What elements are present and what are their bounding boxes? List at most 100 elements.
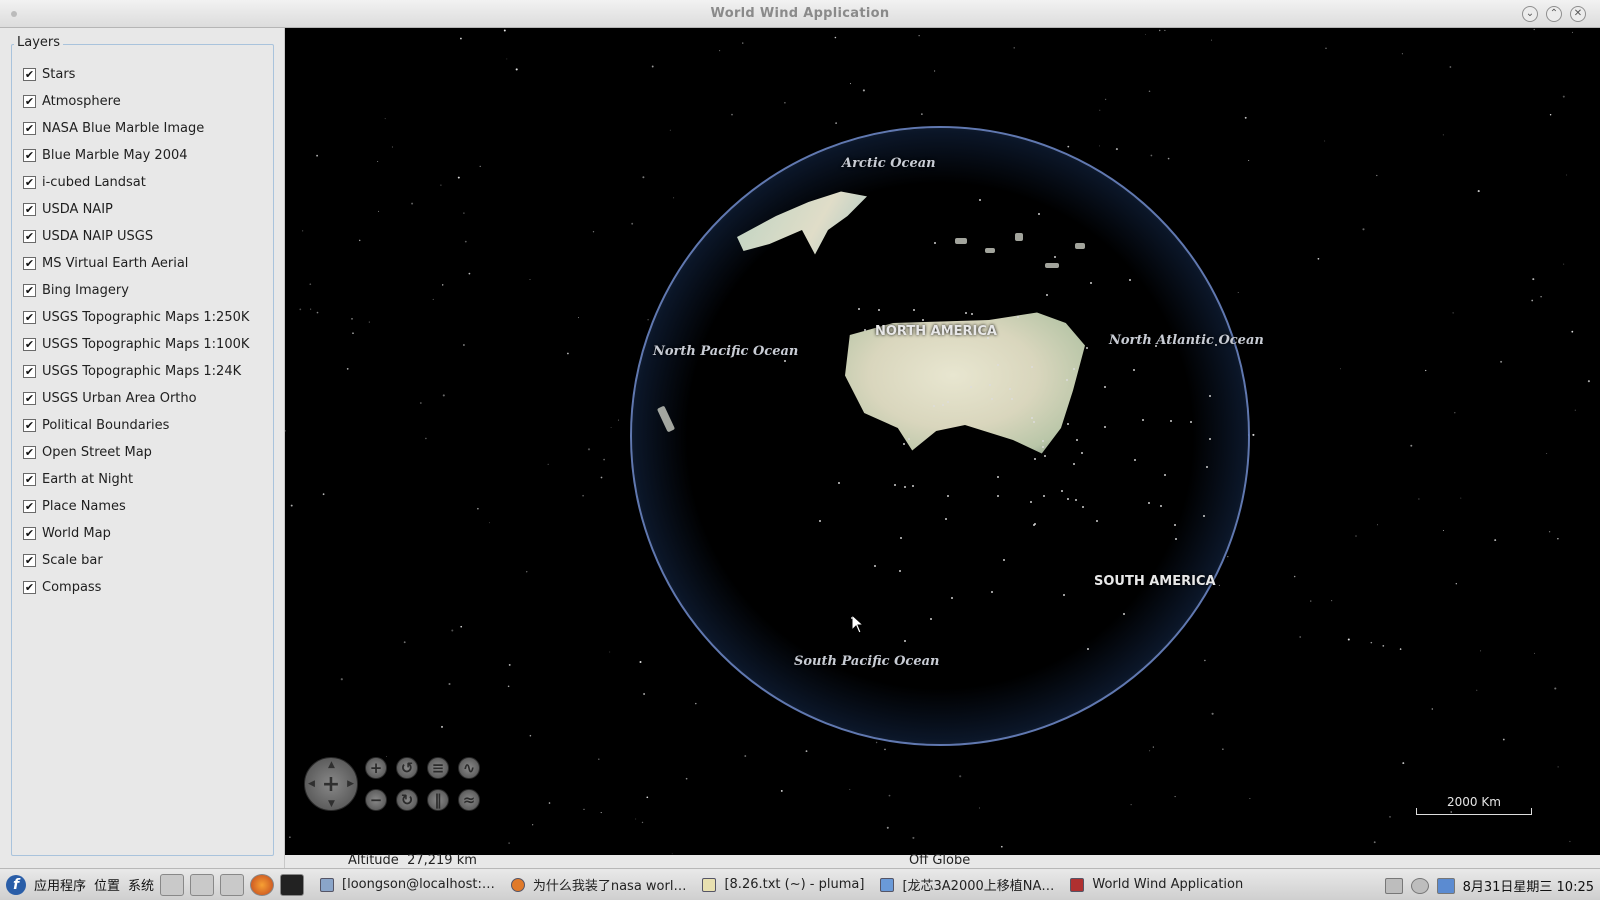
tilt-up-button[interactable]: ≡ — [427, 757, 449, 779]
minimize-button[interactable]: ⌄ — [1522, 6, 1538, 22]
menu-system[interactable]: 系统 — [128, 875, 154, 894]
task-world-wind[interactable]: World Wind Application — [1070, 877, 1243, 892]
taskbar: f 应用程序 位置 系统 [loongson@localhost:… 为什么我装… — [0, 868, 1600, 900]
task-document[interactable]: [龙芯3A2000上移植NA… — [880, 875, 1054, 894]
city-light — [903, 443, 905, 445]
layer-item[interactable]: ✔ Scale bar — [23, 547, 249, 574]
city-light — [1082, 506, 1084, 508]
exaggeration-down-button[interactable]: ≈ — [458, 789, 480, 811]
zoom-out-button[interactable]: − — [365, 789, 387, 811]
layer-checkbox[interactable]: ✔ — [23, 392, 36, 405]
layer-checkbox[interactable]: ✔ — [23, 338, 36, 351]
screenshot-launcher-icon[interactable] — [160, 873, 185, 896]
layer-item[interactable]: ✔ MS Virtual Earth Aerial — [23, 250, 249, 277]
city-light — [1203, 515, 1205, 517]
label-arctic-ocean: Arctic Ocean — [842, 156, 936, 171]
rotate-left-button[interactable]: ↺ — [396, 757, 418, 779]
layer-item[interactable]: ✔ Blue Marble May 2004 — [23, 142, 249, 169]
layer-checkbox[interactable]: ✔ — [23, 311, 36, 324]
text-editor-icon — [702, 877, 717, 892]
layer-item[interactable]: ✔ Open Street Map — [23, 439, 249, 466]
city-light — [997, 364, 999, 366]
layer-item[interactable]: ✔ Stars — [23, 61, 249, 88]
layer-checkbox[interactable]: ✔ — [23, 527, 36, 540]
terminal-launcher-icon[interactable] — [280, 873, 305, 896]
layer-checkbox[interactable]: ✔ — [23, 365, 36, 378]
layer-checkbox[interactable]: ✔ — [23, 419, 36, 432]
city-light — [1038, 213, 1040, 215]
layer-checkbox[interactable]: ✔ — [23, 230, 36, 243]
file-manager-launcher-icon[interactable] — [190, 873, 215, 896]
task-firefox[interactable]: 为什么我装了nasa worl… — [510, 875, 686, 894]
layer-item[interactable]: ✔ USGS Topographic Maps 1:100K — [23, 331, 249, 358]
city-light — [1164, 474, 1166, 476]
layer-label: Bing Imagery — [42, 283, 129, 298]
terminal-icon — [320, 877, 335, 892]
label-north-atlantic: North Atlantic Ocean — [1109, 333, 1264, 348]
keyboard-icon[interactable] — [1384, 877, 1403, 894]
layer-checkbox[interactable]: ✔ — [23, 95, 36, 108]
layer-item[interactable]: ✔ Atmosphere — [23, 88, 249, 115]
fedora-logo-icon[interactable]: f — [6, 874, 26, 895]
close-button[interactable]: ✕ — [1570, 6, 1586, 22]
layer-item[interactable]: ✔ USGS Topographic Maps 1:24K — [23, 358, 249, 385]
layer-item[interactable]: ✔ Place Names — [23, 493, 249, 520]
task-pluma[interactable]: [8.26.txt (~) - pluma] — [702, 877, 864, 892]
window-titlebar: World Wind Application ⌄ ⌃ ✕ — [0, 0, 1600, 28]
city-light — [997, 495, 999, 497]
layer-item[interactable]: ✔ Earth at Night — [23, 466, 249, 493]
menu-applications[interactable]: 应用程序 — [34, 875, 86, 894]
city-light — [874, 565, 876, 567]
pan-control[interactable]: ▲ ▼ ◀ ▶ + — [304, 757, 358, 811]
layer-checkbox[interactable]: ✔ — [23, 68, 36, 81]
city-light — [1123, 613, 1125, 615]
layer-item[interactable]: ✔ Bing Imagery — [23, 277, 249, 304]
layer-checkbox[interactable]: ✔ — [23, 122, 36, 135]
city-light — [1031, 417, 1033, 419]
layer-item[interactable]: ✔ USDA NAIP — [23, 196, 249, 223]
tilt-down-button[interactable]: ‖ — [427, 789, 449, 811]
rotate-right-button[interactable]: ↻ — [396, 789, 418, 811]
task-terminal[interactable]: [loongson@localhost:… — [320, 877, 495, 892]
menu-places[interactable]: 位置 — [94, 875, 120, 894]
exaggeration-up-button[interactable]: ∿ — [458, 757, 480, 779]
city-light — [1043, 495, 1045, 497]
globe-view[interactable]: Arctic Ocean NORTH AMERICA North Pacific… — [285, 28, 1600, 855]
layer-label: i-cubed Landsat — [42, 175, 146, 190]
files-launcher-icon[interactable] — [220, 873, 245, 896]
layer-checkbox[interactable]: ✔ — [23, 446, 36, 459]
zoom-in-button[interactable]: + — [365, 757, 387, 779]
layer-label: Blue Marble May 2004 — [42, 148, 188, 163]
layer-item[interactable]: ✔ NASA Blue Marble Image — [23, 115, 249, 142]
city-light — [913, 309, 915, 311]
layer-item[interactable]: ✔ Political Boundaries — [23, 412, 249, 439]
network-icon[interactable] — [1436, 877, 1455, 894]
layer-item[interactable]: ✔ i-cubed Landsat — [23, 169, 249, 196]
layer-checkbox[interactable]: ✔ — [23, 203, 36, 216]
layer-item[interactable]: ✔ USGS Topographic Maps 1:250K — [23, 304, 249, 331]
layer-checkbox[interactable]: ✔ — [23, 554, 36, 567]
atmosphere-rim — [630, 126, 1250, 746]
city-light — [930, 618, 932, 620]
clock[interactable]: 8月31日星期三 10:25 — [1463, 876, 1594, 895]
layer-checkbox[interactable]: ✔ — [23, 500, 36, 513]
layer-item[interactable]: ✔ USGS Urban Area Ortho — [23, 385, 249, 412]
city-light — [1170, 420, 1172, 422]
layer-checkbox[interactable]: ✔ — [23, 284, 36, 297]
layer-item[interactable]: ✔ USDA NAIP USGS — [23, 223, 249, 250]
maximize-button[interactable]: ⌃ — [1546, 6, 1562, 22]
firefox-launcher-icon[interactable] — [250, 873, 275, 896]
layer-checkbox[interactable]: ✔ — [23, 176, 36, 189]
layer-label: USGS Topographic Maps 1:250K — [42, 310, 250, 325]
layer-item[interactable]: ✔ Compass — [23, 574, 249, 601]
volume-icon[interactable] — [1410, 877, 1429, 894]
layer-checkbox[interactable]: ✔ — [23, 149, 36, 162]
layer-checkbox[interactable]: ✔ — [23, 257, 36, 270]
city-light — [987, 337, 989, 339]
city-light — [784, 360, 786, 362]
altitude-readout: Altitude 27,219 km — [348, 853, 477, 868]
layer-checkbox[interactable]: ✔ — [23, 473, 36, 486]
arctic-islands — [945, 218, 1115, 298]
layer-checkbox[interactable]: ✔ — [23, 581, 36, 594]
layer-item[interactable]: ✔ World Map — [23, 520, 249, 547]
